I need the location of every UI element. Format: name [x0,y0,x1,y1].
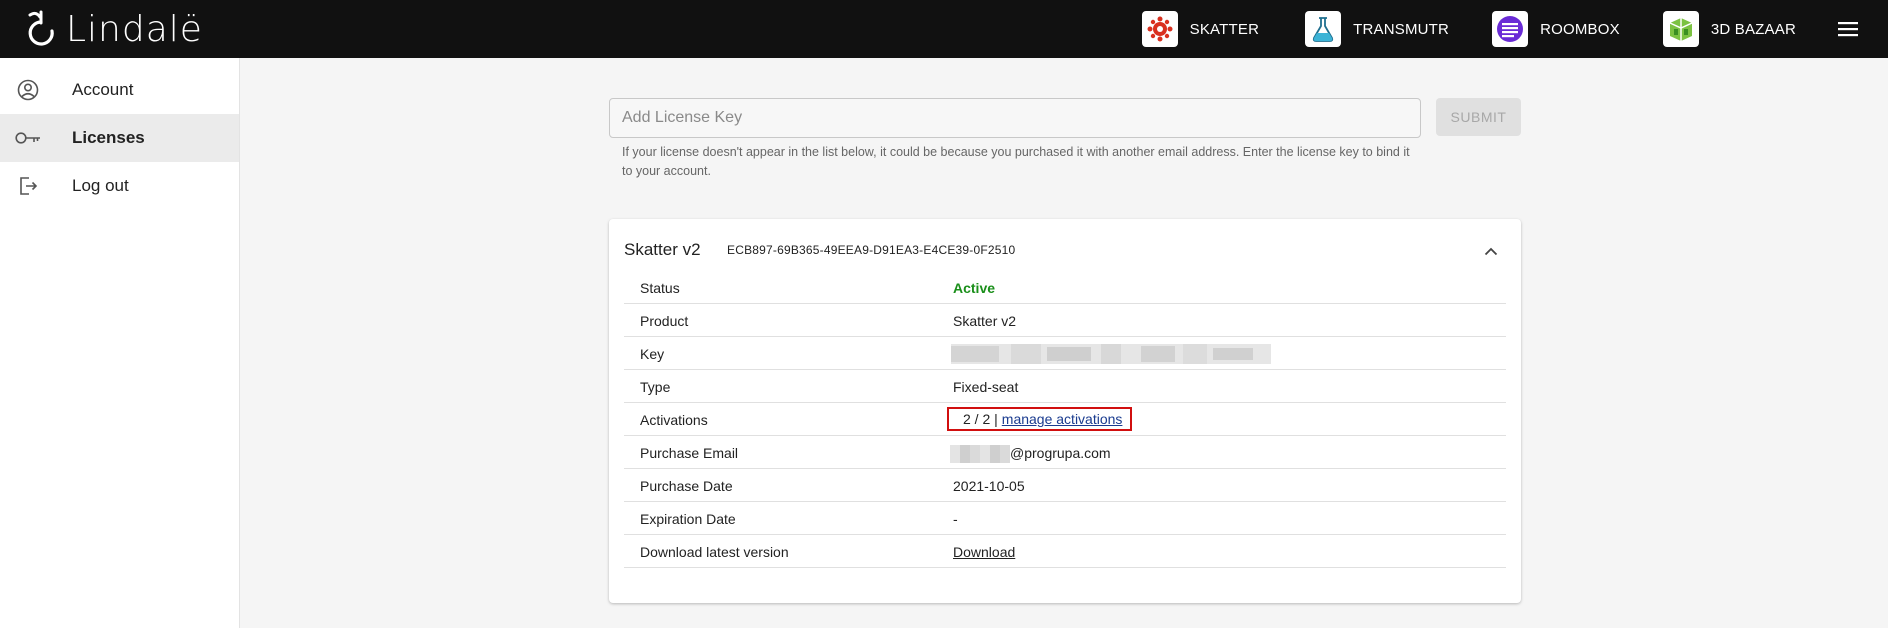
redacted-key-value [951,344,1271,364]
product-label: Product [640,313,689,329]
app-link-skatter[interactable]: SKATTER [1141,0,1260,58]
app-link-3d-bazaar[interactable]: 3D BAZAAR [1662,0,1796,58]
type-label: Type [640,379,671,395]
logout-icon [14,174,42,198]
purchase-date-value: 2021-10-05 [953,478,1025,494]
sidebar-item-label: Log out [72,176,129,195]
sidebar-item-label: Licenses [72,128,145,147]
3d-bazaar-icon [1662,11,1699,47]
product-value: Skatter v2 [953,313,1017,329]
sidebar-item-account[interactable]: Account [0,66,239,114]
submit-button[interactable]: SUBMIT [1436,98,1521,136]
purchase-email-row: Purchase Email @progrupa.com [624,436,1506,469]
account-circle-icon [14,78,42,102]
expiration-date-row: Expiration Date - [624,502,1506,535]
roombox-icon [1492,11,1529,47]
purchase-date-row: Purchase Date 2021-10-05 [624,469,1506,502]
collapse-button[interactable] [1479,239,1503,263]
lindale-logo[interactable]: Lindalë [24,4,203,54]
status-row: Status Active [624,271,1506,304]
sidebar-item-label: Account [72,80,134,99]
app-switcher: SKATTER TRANSMUTR ROOMBOX 3D BAZAAR [1141,0,1888,58]
sidebar: Account Licenses Log out [0,58,240,628]
license-help-text: If your license doesn't appear in the li… [622,145,1410,178]
redacted-email-user [950,445,1010,464]
hamburger-menu-button[interactable] [1818,0,1878,58]
purchase-email-label: Purchase Email [640,445,739,461]
license-card: Skatter v2 ECB897-69B365-49EEA9-D91EA3-E… [609,219,1521,603]
app-label-transmutr: TRANSMUTR [1353,20,1450,38]
download-row: Download latest version Download [624,535,1506,568]
activations-highlight-box: 2 / 2 | manage activations [947,407,1133,431]
activations-count: 2 / 2 | [963,411,998,427]
purchase-email-domain: @progrupa.com [1010,445,1111,461]
status-badge: Active [953,280,996,296]
app-link-transmutr[interactable]: TRANSMUTR [1305,0,1449,58]
license-details-table: Status Active Product Skatter v2 Key Typ… [624,271,1506,568]
hamburger-menu-icon [1838,22,1858,37]
expiration-date-value: - [953,511,958,527]
key-icon [14,126,42,150]
app-label-skatter: SKATTER [1189,20,1260,38]
type-value: Fixed-seat [953,379,1019,395]
key-label: Key [640,346,665,362]
status-label: Status [640,280,680,296]
app-label-roombox: ROOMBOX [1540,20,1620,38]
app-label-3d-bazaar: 3D BAZAAR [1710,20,1796,38]
app-link-roombox[interactable]: ROOMBOX [1492,0,1620,58]
top-app-bar: Lindalë SKATTER TRANSMUTR ROOMBOX 3D BAZ… [0,0,1888,58]
license-title: Skatter v2 [624,240,701,259]
product-row: Product Skatter v2 [624,304,1506,337]
license-key-input[interactable] [609,98,1421,138]
sidebar-item-licenses[interactable]: Licenses [0,114,239,162]
manage-activations-link[interactable]: manage activations [1002,411,1123,427]
activations-label: Activations [640,412,708,428]
license-key-header: ECB897-69B365-49EEA9-D91EA3-E4CE39-0F251… [727,243,1016,257]
download-link[interactable]: Download [953,544,1015,560]
purchase-email-value: @progrupa.com [950,445,1111,464]
chevron-up-icon [1484,247,1498,255]
type-row: Type Fixed-seat [624,370,1506,403]
transmutr-icon [1305,11,1342,47]
key-row: Key [624,337,1506,370]
download-label: Download latest version [640,544,789,560]
lindale-logo-icon [28,10,54,46]
expiration-date-label: Expiration Date [640,511,736,527]
purchase-date-label: Purchase Date [640,478,733,494]
logo-text: Lindalë [66,8,203,50]
sidebar-item-log-out[interactable]: Log out [0,162,239,210]
skatter-icon [1141,11,1178,47]
activations-row: Activations 2 / 2 | manage activations [624,403,1506,436]
